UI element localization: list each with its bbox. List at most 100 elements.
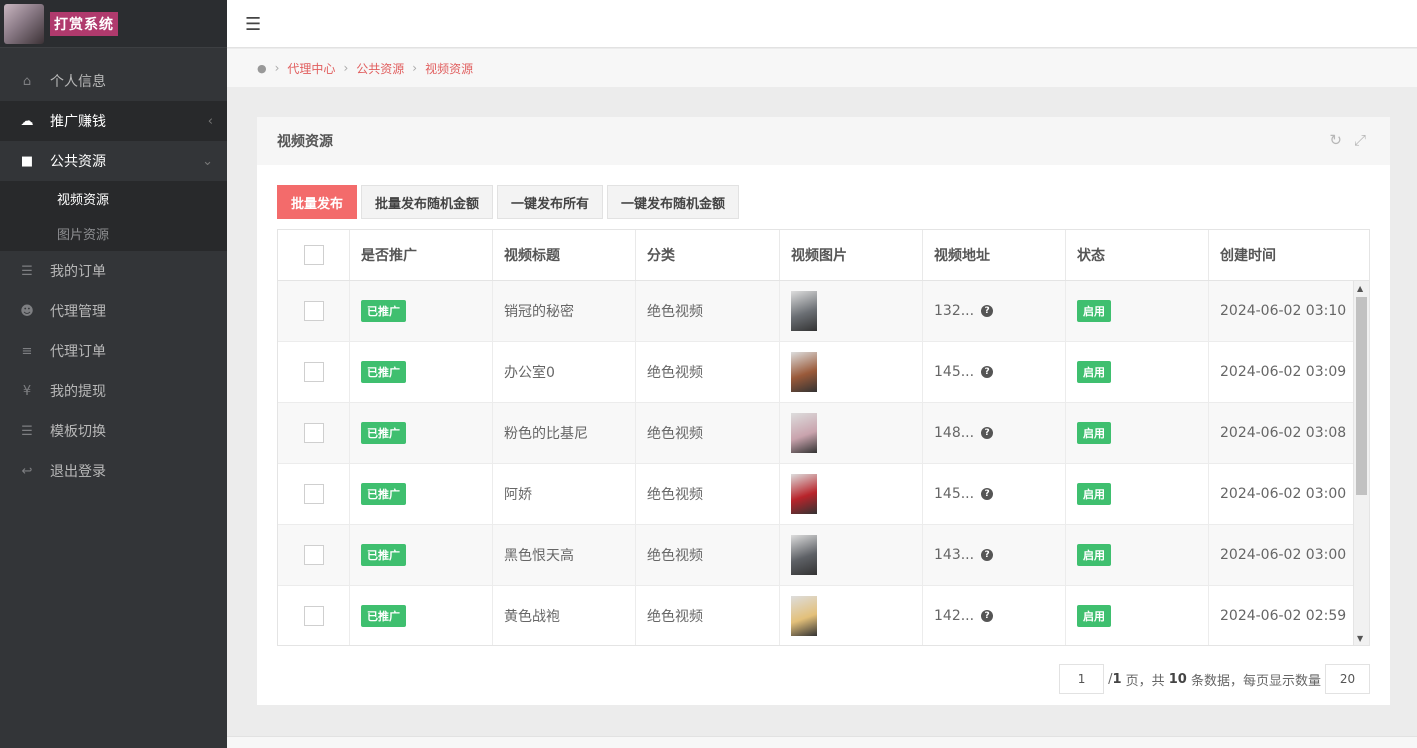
- column-header-status[interactable]: 状态: [1066, 230, 1209, 280]
- image-cell: [780, 403, 923, 463]
- title-cell: 黑色恨天高: [493, 525, 636, 585]
- table-scrollbar[interactable]: ▲ ▼: [1353, 281, 1369, 645]
- scrollbar-thumb[interactable]: [1356, 297, 1367, 495]
- question-icon[interactable]: ?: [981, 366, 994, 378]
- question-icon[interactable]: ?: [981, 610, 994, 622]
- header-select-cell: [278, 230, 350, 280]
- batch-publish-button[interactable]: 批量发布: [277, 185, 358, 219]
- table-row[interactable]: 已推广 黄色战袍 绝色视频 142...? 启用 2024-06-02 02:5…: [278, 586, 1369, 645]
- promoted-badge: 已推广: [361, 422, 406, 444]
- column-header-category[interactable]: 分类: [636, 230, 780, 280]
- menu-toggle-icon[interactable]: ☰: [245, 14, 261, 35]
- video-url-text[interactable]: 143...: [934, 547, 974, 563]
- sidebar-item-label: 模板切换: [50, 424, 106, 440]
- video-thumbnail[interactable]: [791, 474, 817, 514]
- row-checkbox[interactable]: [303, 301, 324, 321]
- publish-all-button[interactable]: 一键发布所有: [497, 185, 604, 219]
- status-badge: 启用: [1077, 361, 1111, 383]
- panel-tools: ↻ ⤢: [1329, 131, 1366, 149]
- submenu-item-image-resources[interactable]: 图片资源: [0, 216, 227, 251]
- video-thumbnail[interactable]: [791, 413, 817, 453]
- breadcrumb-video-resources[interactable]: 视频资源: [425, 60, 473, 77]
- status-badge: 启用: [1077, 422, 1111, 444]
- sidebar-item-profile[interactable]: ⌂ 个人信息: [0, 61, 227, 101]
- sidebar-item-my-orders[interactable]: ☰ 我的订单: [0, 251, 227, 291]
- created-cell: 2024-06-02 03:08: [1220, 425, 1347, 441]
- created-cell: 2024-06-02 03:09: [1220, 364, 1347, 380]
- pager-text-page-total: 页，共: [1121, 673, 1169, 689]
- table-header: 是否推广 视频标题 分类 视频图片 视频地址 状态 创建时间: [278, 230, 1369, 281]
- column-header-url[interactable]: 视频地址: [923, 230, 1066, 280]
- status-badge: 启用: [1077, 544, 1111, 566]
- video-thumbnail[interactable]: [791, 596, 817, 636]
- video-url-text[interactable]: 132...: [934, 303, 974, 319]
- url-cell: 148...?: [923, 403, 1066, 463]
- scroll-up-icon[interactable]: ▲: [1357, 284, 1363, 293]
- table-row[interactable]: 已推广 办公室0 绝色视频 145...? 启用 2024-06-02 03:0…: [278, 342, 1369, 403]
- column-header-title[interactable]: 视频标题: [493, 230, 636, 280]
- video-thumbnail[interactable]: [791, 535, 817, 575]
- sidebar-item-logout[interactable]: ↩ 退出登录: [0, 451, 227, 491]
- sidebar-item-template-switch[interactable]: ☰ 模板切换: [0, 411, 227, 451]
- video-url-text[interactable]: 142...: [934, 608, 974, 624]
- title-cell: 粉色的比基尼: [493, 403, 636, 463]
- scroll-down-icon[interactable]: ▼: [1357, 634, 1363, 643]
- home-icon: ⌂: [22, 73, 32, 89]
- status-cell: 启用: [1066, 586, 1209, 645]
- batch-publish-random-amount-button[interactable]: 批量发布随机金额: [361, 185, 494, 219]
- sidebar-item-label: 代理订单: [50, 344, 106, 360]
- question-icon[interactable]: ?: [981, 549, 994, 561]
- video-url-text[interactable]: 145...: [934, 364, 974, 380]
- table-row[interactable]: 已推广 黑色恨天高 绝色视频 143...? 启用 2024-06-02 03:…: [278, 525, 1369, 586]
- table-row[interactable]: 已推广 销冠的秘密 绝色视频 132...? 启用 2024-06-02 03:…: [278, 281, 1369, 342]
- breadcrumb-separator: ›: [343, 61, 349, 75]
- row-checkbox[interactable]: [303, 606, 324, 626]
- video-url-text[interactable]: 148...: [934, 425, 974, 441]
- sidebar-item-label: 推广赚钱: [50, 114, 106, 130]
- sidebar-item-agent-management[interactable]: ☻ 代理管理: [0, 291, 227, 331]
- row-checkbox[interactable]: [303, 545, 324, 565]
- bars-icon: ≡: [21, 343, 33, 359]
- breadcrumb-public-resources[interactable]: 公共资源: [356, 60, 404, 77]
- video-thumbnail[interactable]: [791, 291, 817, 331]
- question-icon[interactable]: ?: [981, 305, 994, 317]
- sidebar: 打赏系统 ⌂ 个人信息 ☁ 推广赚钱 ‹ ■ 公共资源 ⌄ 视频资源 图片资源 …: [0, 0, 227, 748]
- column-header-promoted[interactable]: 是否推广: [350, 230, 493, 280]
- question-icon[interactable]: ?: [981, 488, 994, 500]
- action-buttons: 批量发布 批量发布随机金额 一键发布所有 一键发布随机金额: [277, 185, 740, 219]
- video-url-text[interactable]: 145...: [934, 486, 974, 502]
- column-header-created[interactable]: 创建时间: [1209, 230, 1354, 280]
- promoted-badge: 已推广: [361, 544, 406, 566]
- sidebar-submenu: 视频资源 图片资源: [0, 181, 227, 251]
- video-thumbnail[interactable]: [791, 352, 817, 392]
- sidebar-item-promotion[interactable]: ☁ 推广赚钱 ‹: [0, 101, 227, 141]
- breadcrumb-agent-center[interactable]: 代理中心: [287, 60, 335, 77]
- page-number-input[interactable]: 1: [1059, 664, 1105, 694]
- column-header-image[interactable]: 视频图片: [780, 230, 923, 280]
- status-cell: 启用: [1066, 525, 1209, 585]
- table-row[interactable]: 已推广 阿娇 绝色视频 145...? 启用 2024-06-02 03:00: [278, 464, 1369, 525]
- refresh-icon[interactable]: ↻: [1329, 131, 1342, 149]
- fullscreen-icon[interactable]: ⤢: [1354, 131, 1366, 149]
- sidebar-item-withdrawals[interactable]: ¥ 我的提现: [0, 371, 227, 411]
- row-checkbox[interactable]: [303, 362, 324, 382]
- row-select-cell: [278, 464, 350, 524]
- page-size-input[interactable]: 20: [1325, 664, 1370, 694]
- submenu-item-video-resources[interactable]: 视频资源: [0, 181, 227, 216]
- created-cell: 2024-06-02 03:00: [1220, 547, 1347, 563]
- panel-title: 视频资源: [277, 134, 333, 150]
- question-icon[interactable]: ?: [981, 427, 994, 439]
- list-icon: ☰: [21, 263, 33, 279]
- promoted-badge: 已推广: [361, 361, 406, 383]
- select-all-checkbox[interactable]: [303, 245, 324, 265]
- table-row[interactable]: 已推广 粉色的比基尼 绝色视频 148...? 启用 2024-06-02 03…: [278, 403, 1369, 464]
- sidebar-item-agent-orders[interactable]: ≡ 代理订单: [0, 331, 227, 371]
- row-checkbox[interactable]: [303, 484, 324, 504]
- sidebar-item-label: 代理管理: [50, 304, 106, 320]
- row-checkbox[interactable]: [303, 423, 324, 443]
- logo[interactable]: 打赏系统: [0, 0, 227, 48]
- publish-all-random-amount-button[interactable]: 一键发布随机金额: [607, 185, 740, 219]
- sidebar-item-public-resources[interactable]: ■ 公共资源 ⌄: [0, 141, 227, 181]
- image-cell: [780, 281, 923, 341]
- status-cell: 启用: [1066, 342, 1209, 402]
